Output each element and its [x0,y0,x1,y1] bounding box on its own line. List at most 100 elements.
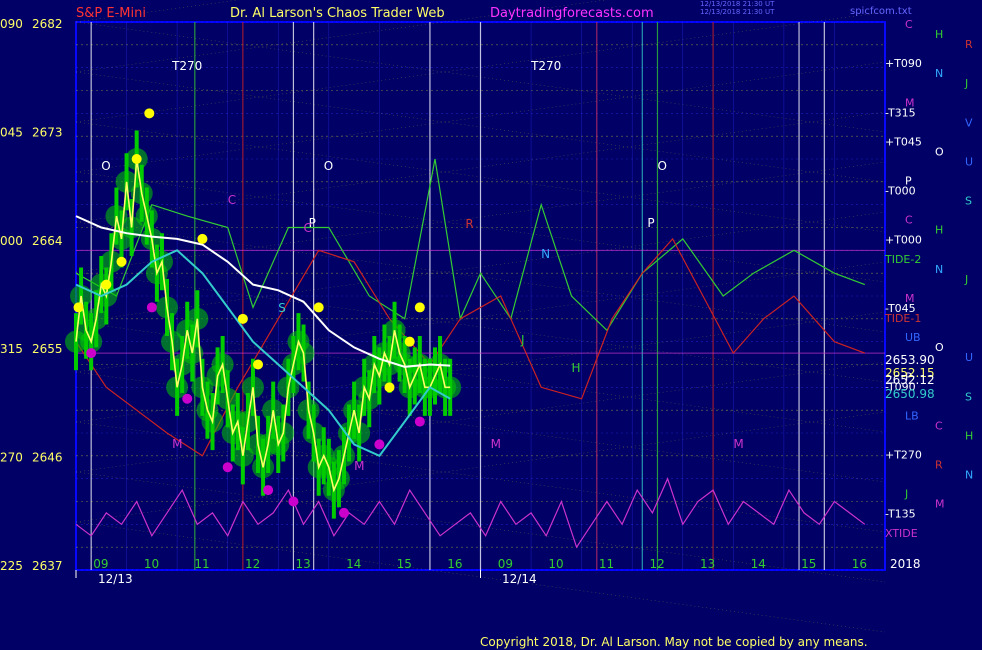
right-label: H [935,224,943,237]
x-hour-label: 12 [245,557,260,571]
right-label: R [935,459,943,472]
x-hour-label: 13 [296,557,311,571]
y-price-label: 2664 [32,234,63,248]
right-label: N [935,263,943,276]
right-label: U [965,155,973,168]
x-date-label: 12/13 [98,572,133,586]
yellow-dot [116,256,127,267]
x-hour-label: 09 [498,557,513,571]
x-date-label: 12/14 [502,572,537,586]
right-label: O [935,145,944,158]
x-hour-label: 12 [649,557,664,571]
readout-price-cyan: 2650.98 [885,387,935,401]
chart-canvas: 090 2682 045 2673 000 2664 315 2655 270 2646 225 26… [0,0,973,649]
timestamp-2: 12/13/2018 21:30 UT [700,8,775,16]
y-price-label: 2673 [32,125,63,139]
right-label: R [965,38,973,51]
magenta-dot [146,302,157,313]
magenta-dot [222,462,233,473]
right-label: +T000 [885,234,922,247]
right-label: -T315 [885,106,916,119]
yellow-dot [131,154,142,164]
y-angle-label: 000 [0,234,23,248]
readout-price-white: 2653.90 [885,353,935,367]
right-label: J [964,273,968,286]
magenta-dot [338,507,349,518]
in-chart-label: N [541,247,550,261]
magenta-dot [182,393,193,404]
yellow-dot [313,302,324,313]
x-hour-label: 14 [751,557,766,571]
in-chart-label: M [354,459,364,473]
right-label: J [964,77,968,90]
year-label: 2018 [890,557,921,571]
yellow-dot [253,359,264,370]
copyright-text: Copyright 2018, Dr. Al Larson. May not b… [480,635,868,649]
yellow-dot [197,233,208,244]
in-chart-label: R [465,217,473,231]
magenta-dot [414,416,425,427]
yellow-dot [384,382,395,393]
right-label: V [965,116,973,129]
chart-file-label: spicfcom.txt [850,6,912,17]
right-label: U [965,351,973,364]
yellow-dot [144,108,155,119]
right-label: +T270 [885,449,922,462]
x-hour-label: 15 [801,557,816,571]
right-label: UB [905,331,921,344]
in-chart-label: O [324,159,333,173]
x-hour-label: 11 [194,557,209,571]
y-angle-label: 090 [0,17,23,31]
x-hour-label: 10 [144,557,159,571]
x-hour-label: 16 [852,557,867,571]
in-chart-label: M [733,437,743,451]
right-label-column: CHR+T090NJM-T315V+T045OUP-T000SCH+T000TI… [884,18,973,571]
y-angle-label: 315 [0,342,23,356]
yellow-dot [101,279,112,290]
readout-price-b: 2652.12 [885,373,935,387]
magenta-dot [263,485,274,496]
in-chart-label: T270 [171,59,202,73]
x-hour-label: 14 [346,557,361,571]
magenta-dot [288,496,299,507]
x-hour-label: 13 [700,557,715,571]
right-label: S [965,390,972,403]
in-chart-label: O [101,159,110,173]
y-price-label: 2655 [32,342,63,356]
right-label: +T090 [885,57,922,70]
right-label: M [935,498,945,511]
in-chart-label: H [572,361,581,375]
right-label: C [905,214,913,227]
right-label: J [904,488,908,501]
in-chart-label: S [278,301,286,315]
y-price-label: 2682 [32,17,63,31]
right-label: XTIDE [885,527,918,540]
magenta-dot [374,439,385,450]
timestamp-1: 12/13/2018 21:30 UT [700,0,775,8]
right-label: TIDE-2 [884,253,921,266]
x-hour-label: 15 [397,557,412,571]
in-chart-label: C [228,193,236,207]
x-hour-label: 11 [599,557,614,571]
y-price-label: 2637 [32,559,63,573]
yellow-dot [237,313,248,324]
right-label: C [905,18,913,31]
in-chart-label: O [657,159,666,173]
site-link[interactable]: Daytradingforecasts.com [490,6,654,21]
right-label: LB [905,409,919,422]
in-chart-label: M [172,437,182,451]
right-label: H [965,429,973,442]
right-label: H [935,28,943,41]
yellow-dot [404,336,415,347]
right-label: +T045 [885,135,922,148]
in-chart-label: T270 [530,59,561,73]
x-hour-label: 16 [447,557,462,571]
x-hour-label: 09 [93,557,108,571]
y-angle-label: 045 [0,125,23,139]
right-label: C [935,419,943,432]
right-label: -T135 [885,508,916,521]
in-chart-label: M [491,437,501,451]
right-label: N [935,67,943,80]
y-price-label: 2646 [32,451,63,465]
right-label: TIDE-1 [884,312,921,325]
